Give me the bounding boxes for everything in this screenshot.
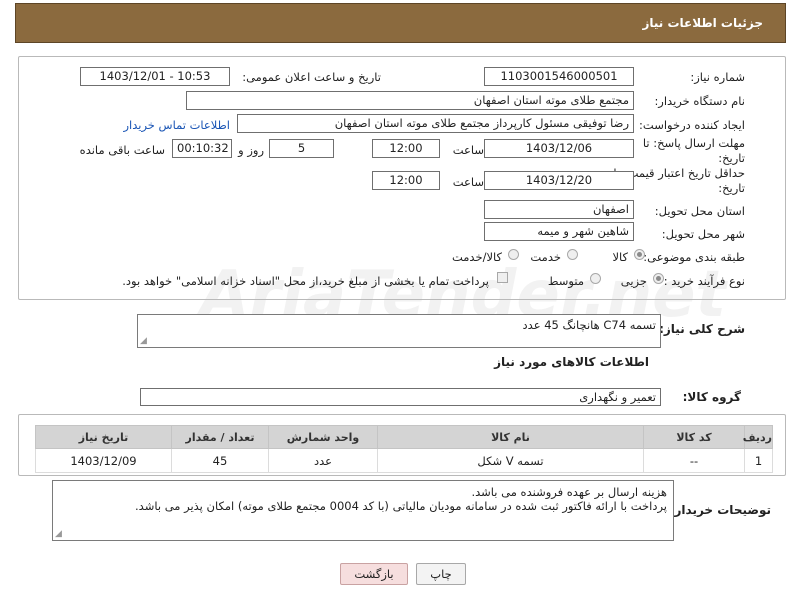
time-remaining-label: ساعت باقی مانده	[79, 143, 165, 157]
announce-datetime-label: تاریخ و ساعت اعلان عمومی:	[242, 70, 381, 84]
time-remaining-field: 00:10:32	[172, 139, 232, 158]
cell-item-name: تسمه V شکل	[377, 448, 644, 473]
buyer-org-field: مجتمع طلای موته استان اصفهان	[186, 91, 634, 110]
summary-label: شرح کلی نیاز:	[659, 322, 745, 336]
page-header: جزئیات اطلاعات نیاز	[15, 3, 786, 43]
reply-deadline-label: مهلت ارسال پاسخ: تا تاریخ:	[643, 136, 745, 166]
price-validity-date-field: 1403/12/20	[484, 171, 634, 190]
category-option-goods-label: کالا	[612, 250, 628, 264]
goods-section-title: اطلاعات کالاهای مورد نیاز	[494, 355, 649, 369]
cell-item-code: --	[643, 448, 745, 473]
price-validity-time-field: 12:00	[372, 171, 440, 190]
goods-group-label: گروه کالا:	[682, 390, 741, 404]
days-remaining-field: 5	[269, 139, 334, 158]
creator-label: ایجاد کننده درخواست:	[639, 118, 745, 132]
summary-textarea[interactable]: تسمه C74 هانچانگ 45 عدد ◢	[137, 314, 661, 348]
column-header-unit: واحد شمارش	[268, 425, 378, 449]
cell-quantity: 45	[171, 448, 269, 473]
reply-deadline-label-line1: مهلت ارسال پاسخ: تا	[642, 136, 745, 150]
announce-datetime-field: 1403/12/01 - 10:53	[80, 67, 230, 86]
creator-field: رضا توفیقی مسئول کارپرداز مجتمع طلای موت…	[237, 114, 634, 133]
category-label: طبقه بندی موضوعی:	[643, 250, 745, 264]
process-option-minor-label: جزیی	[620, 274, 647, 288]
category-radio-goods-service[interactable]	[508, 249, 519, 260]
reply-time-field: 12:00	[372, 139, 440, 158]
goods-table-header: ردیف کد کالا نام کالا واحد شمارش تعداد /…	[35, 425, 773, 449]
category-radio-service[interactable]	[567, 249, 578, 260]
buyer-notes-label: توضیحات خریدار:	[669, 503, 771, 517]
buyer-org-label: نام دستگاه خریدار:	[654, 94, 745, 108]
days-label: روز و	[238, 143, 264, 157]
goods-group-field: تعمیر و نگهداری	[140, 388, 661, 406]
column-header-row-number: ردیف	[743, 425, 773, 449]
print-button[interactable]: چاپ	[416, 563, 466, 585]
page-title: جزئیات اطلاعات نیاز	[642, 16, 763, 30]
category-option-goods-service-label: کالا/خدمت	[451, 250, 502, 264]
table-row[interactable]: 1 -- تسمه V شکل عدد 45 1403/12/09	[35, 448, 773, 473]
process-type-label: نوع فرآیند خرید :	[663, 274, 745, 288]
city-label: شهر محل تحویل:	[661, 227, 745, 241]
need-number-field: 1103001546000501	[484, 67, 634, 86]
cell-need-date: 1403/12/09	[35, 448, 172, 473]
treasury-payment-checkbox[interactable]	[497, 272, 508, 283]
process-radio-minor[interactable]	[653, 273, 664, 284]
buyer-notes-line-1: هزینه ارسال بر عهده فروشنده می باشد.	[471, 485, 667, 499]
column-header-need-date: تاریخ نیاز	[35, 425, 172, 449]
category-radio-goods[interactable]	[634, 249, 645, 260]
goods-table: ردیف کد کالا نام کالا واحد شمارش تعداد /…	[35, 425, 773, 473]
buyer-notes-textarea[interactable]: هزینه ارسال بر عهده فروشنده می باشد. پرد…	[52, 480, 674, 541]
reply-deadline-label-line2: تاریخ:	[718, 151, 745, 165]
treasury-payment-note: پرداخت تمام یا بخشی از مبلغ خرید،از محل …	[122, 274, 489, 288]
summary-text: تسمه C74 هانچانگ 45 عدد	[522, 318, 656, 332]
cell-row-number: 1	[744, 448, 773, 473]
cell-unit: عدد	[268, 448, 378, 473]
province-field: اصفهان	[484, 200, 634, 219]
reply-time-label: ساعت	[452, 143, 484, 157]
city-field: شاهین شهر و میمه	[484, 222, 634, 241]
column-header-item-code: کد کالا	[643, 425, 745, 449]
reply-date-field: 1403/12/06	[484, 139, 634, 158]
buyer-notes-line-2: پرداخت با ارائه فاکتور ثبت شده در سامانه…	[135, 499, 667, 513]
back-button[interactable]: بازگشت	[340, 563, 408, 585]
column-header-quantity: تعداد / مقدار	[171, 425, 269, 449]
price-validity-time-label: ساعت	[452, 175, 484, 189]
category-option-service-label: خدمت	[530, 250, 561, 264]
process-radio-medium[interactable]	[590, 273, 601, 284]
province-label: استان محل تحویل:	[654, 204, 745, 218]
need-number-label: شماره نیاز:	[690, 70, 745, 84]
buyer-contact-link[interactable]: اطلاعات تماس خریدار	[123, 118, 230, 132]
process-option-medium-label: متوسط	[547, 274, 584, 288]
column-header-item-name: نام کالا	[377, 425, 644, 449]
resize-grip-icon[interactable]: ◢	[55, 530, 62, 539]
resize-grip-icon[interactable]: ◢	[140, 337, 147, 346]
